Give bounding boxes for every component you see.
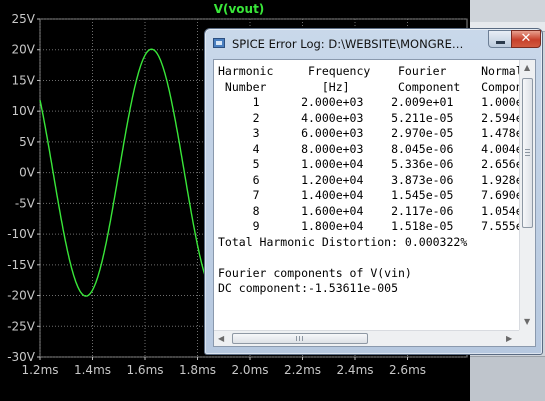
log-line: 3 6.000e+03 2.970e-05 1.478e-06 bbox=[218, 126, 519, 140]
vertical-scroll-thumb[interactable] bbox=[522, 78, 533, 228]
scroll-left-icon[interactable]: ◀ bbox=[218, 334, 224, 344]
grip-line bbox=[525, 152, 530, 153]
log-line: 6 1.200e+04 3.873e-06 1.928e-07 bbox=[218, 172, 519, 187]
x-tick-label: 2.4ms bbox=[336, 363, 373, 377]
window-app-icon bbox=[213, 38, 225, 48]
y-tick-label: 20V bbox=[12, 43, 36, 57]
window-titlebar[interactable]: SPICE Error Log: D:\WEBSITE\MONGREL\Mong… bbox=[205, 29, 542, 57]
x-tick-label: 2.6ms bbox=[389, 363, 426, 377]
x-tick-label: 1.8ms bbox=[179, 363, 216, 377]
y-tick-label: 0V bbox=[19, 166, 36, 180]
log-line: 2 4.000e+03 5.211e-05 2.594e-06 bbox=[218, 110, 519, 125]
log-line: Number [Hz] Component Component bbox=[218, 79, 519, 94]
log-line: Total Harmonic Distortion: 0.000322% bbox=[218, 234, 468, 249]
scroll-right-icon[interactable]: ▶ bbox=[506, 334, 512, 344]
x-tick-label: 2.0ms bbox=[231, 363, 268, 377]
log-line: 1 2.000e+03 2.009e+01 1.000e+00 bbox=[218, 95, 519, 109]
grip-line bbox=[299, 336, 300, 341]
x-tick-label: 1.4ms bbox=[74, 363, 111, 377]
x-axis-ticks: 1.2ms 1.4ms 1.6ms 1.8ms 2.0ms 2.2ms 2.4ms 2.6ms bbox=[21, 357, 426, 377]
x-tick-label: 1.2ms bbox=[21, 363, 58, 377]
scroll-down-icon[interactable]: ▼ bbox=[524, 317, 530, 327]
y-tick-label: -20V bbox=[7, 289, 36, 303]
horizontal-scroll-thumb[interactable] bbox=[232, 333, 368, 344]
trace-title[interactable]: V(vout) bbox=[214, 2, 265, 16]
close-icon: ✕ bbox=[520, 31, 532, 46]
log-line: Harmonic Frequency Fourier Normalized bbox=[218, 64, 519, 78]
grip-line bbox=[296, 336, 297, 341]
y-tick-label: 25V bbox=[12, 12, 36, 26]
y-tick-label: 10V bbox=[12, 104, 36, 118]
y-tick-label: -5V bbox=[15, 196, 36, 210]
log-line: 8 1.600e+04 2.117e-06 1.054e-07 bbox=[218, 203, 519, 218]
grip-line bbox=[525, 149, 530, 150]
y-axis-ticks: 25V 20V 15V 10V 5V 0V -5V -10V -15V -20V -25V -30V bbox=[7, 12, 40, 364]
log-client-area: Harmonic Frequency Fourier Normalized Nu… bbox=[213, 59, 536, 347]
resize-grip-icon[interactable] bbox=[519, 330, 535, 346]
vertical-scrollbar[interactable]: ▲ ▼ bbox=[519, 60, 535, 330]
horizontal-scrollbar[interactable]: ◀ ▶ bbox=[214, 330, 519, 346]
spice-error-log-window[interactable]: SPICE Error Log: D:\WEBSITE\MONGREL\Mong… bbox=[204, 28, 543, 355]
x-tick-label: 2.2ms bbox=[284, 363, 321, 377]
window-title: SPICE Error Log: D:\WEBSITE\MONGREL\Mong… bbox=[232, 37, 468, 51]
grip-line bbox=[302, 336, 303, 341]
grip-line bbox=[525, 155, 530, 156]
minimize-icon bbox=[496, 41, 505, 44]
close-button[interactable]: ✕ bbox=[511, 30, 541, 48]
y-tick-label: 15V bbox=[12, 73, 36, 87]
minimize-button[interactable] bbox=[488, 30, 512, 48]
y-tick-label: 5V bbox=[19, 135, 36, 149]
background-window-bottom bbox=[470, 356, 545, 401]
log-line: 4 8.000e+03 8.045e-06 4.004e-07 bbox=[218, 141, 519, 156]
y-tick-label: -15V bbox=[7, 258, 36, 272]
log-line: Fourier components of V(vin) bbox=[218, 265, 412, 280]
log-line: 5 1.000e+04 5.336e-06 2.656e-07 bbox=[218, 157, 519, 171]
x-tick-label: 1.6ms bbox=[126, 363, 163, 377]
log-line: DC component:-1.53611e-005 bbox=[218, 281, 399, 295]
log-text-area[interactable]: Harmonic Frequency Fourier Normalized Nu… bbox=[214, 60, 519, 330]
y-tick-label: -30V bbox=[7, 350, 36, 364]
log-line: 9 1.800e+04 1.518e-05 7.555e-07 bbox=[218, 219, 519, 233]
log-line: 7 1.400e+04 1.545e-05 7.690e-07 bbox=[218, 188, 519, 202]
y-tick-label: -25V bbox=[7, 319, 36, 333]
scroll-up-icon[interactable]: ▲ bbox=[524, 63, 530, 73]
y-tick-label: -10V bbox=[7, 227, 36, 241]
